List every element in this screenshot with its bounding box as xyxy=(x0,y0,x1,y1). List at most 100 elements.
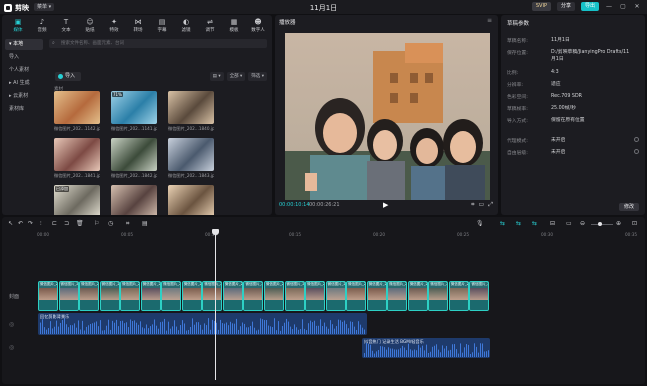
search-input[interactable]: 搜索文件名称、画面元素、台词 xyxy=(49,39,267,48)
media-thumbnail[interactable]: 微信图片_202...1843.jpg xyxy=(168,138,214,182)
video-clip[interactable]: 微信图片_2024... xyxy=(305,281,326,311)
split-left-icon[interactable]: ⊏ xyxy=(52,220,57,227)
modify-button[interactable]: 修改 xyxy=(618,203,639,211)
video-clip[interactable]: 微信图片_2024... xyxy=(222,281,243,311)
sidebar-item[interactable]: 导入 xyxy=(5,52,43,63)
video-clip[interactable]: 微信图片_2024... xyxy=(181,281,202,311)
video-clip[interactable]: 微信图片_2024... xyxy=(99,281,120,311)
share-button[interactable]: 分享 xyxy=(556,2,575,11)
split-right-icon[interactable]: ⊐ xyxy=(64,220,69,227)
filter-dropdown[interactable]: 筛选 ▾ xyxy=(248,72,267,81)
split-icon[interactable]: ⫶ xyxy=(40,220,42,228)
video-clip[interactable]: 微信图片_2024... xyxy=(161,281,182,311)
preview-axis-icon[interactable]: ⊟ xyxy=(550,220,555,227)
type-dropdown[interactable]: 全部 ▾ xyxy=(226,72,246,81)
sidebar-item[interactable]: ▸ 云素材 xyxy=(5,91,43,102)
video-clip[interactable]: 微信图片_2024... xyxy=(140,281,161,311)
tab-adjust[interactable]: ⇌ 调节 xyxy=(198,15,222,35)
sort-dropdown[interactable]: ▤ ▾ xyxy=(209,72,224,81)
zoom-in-icon[interactable]: ⊕ xyxy=(616,220,621,227)
info-icon[interactable] xyxy=(634,137,639,142)
video-clip[interactable]: 微信图片_2024... xyxy=(325,281,346,311)
select-tool-icon[interactable]: ↖ xyxy=(8,220,13,227)
video-clip[interactable]: 微信图片_2024... xyxy=(264,281,285,311)
waveform-bar xyxy=(226,322,227,334)
preview-viewer[interactable] xyxy=(285,33,490,200)
video-clip[interactable]: 微信图片_2024... xyxy=(120,281,141,311)
linkage-icon[interactable]: ⇆ xyxy=(532,220,537,227)
maximize-icon[interactable]: ▢ xyxy=(619,3,627,10)
video-clip[interactable]: 微信图片_2024... xyxy=(284,281,305,311)
waveform-bar xyxy=(298,329,299,334)
tab-effects[interactable]: ✦ 特效 xyxy=(102,15,126,35)
video-clip[interactable]: 微信图片_2024... xyxy=(38,281,59,311)
video-clip[interactable]: 微信图片_2024... xyxy=(58,281,79,311)
video-clip[interactable]: 微信图片_2024... xyxy=(448,281,469,311)
media-thumbnail[interactable]: 微信图片_202...1842.jpg xyxy=(111,138,157,182)
video-clip[interactable]: 微信图片_2024... xyxy=(469,281,490,311)
zoom-out-icon[interactable]: ⊖ xyxy=(580,220,585,227)
undo-icon[interactable]: ↶ xyxy=(18,220,23,227)
timeline-ruler[interactable]: 00:00 00:05 00:10 00:15 00:20 00:25 00:30 00:35 xyxy=(37,231,643,241)
export-button[interactable]: 导出 xyxy=(580,2,599,11)
fit-icon[interactable]: ⊡ xyxy=(632,220,637,227)
tab-media[interactable]: ▣ 媒体 xyxy=(6,15,30,35)
crop-icon[interactable]: ⌗ xyxy=(471,201,474,209)
tab-audio[interactable]: ♪ 音频 xyxy=(30,15,54,35)
video-clip[interactable]: 微信图片_2024... xyxy=(346,281,367,311)
video-clip[interactable]: 微信图片_2024... xyxy=(79,281,100,311)
delete-icon[interactable]: 🗑 xyxy=(76,220,84,227)
tab-text[interactable]: T 文本 xyxy=(54,15,78,35)
tab-sticker[interactable]: ☺ 贴纸 xyxy=(78,15,102,35)
waveform-bar xyxy=(156,325,157,334)
play-icon[interactable]: ▶ xyxy=(383,201,388,209)
sidebar-item[interactable]: 个人素材 xyxy=(5,65,43,76)
zoom-slider-knob[interactable] xyxy=(598,222,602,226)
crop-tool-icon[interactable]: ⌗ xyxy=(126,220,129,228)
ratio-icon[interactable]: ▭ xyxy=(479,201,485,209)
zoom-slider[interactable] xyxy=(591,224,613,225)
svip-button[interactable]: SVIP xyxy=(531,2,551,11)
media-thumbnail[interactable]: 微信图片_202...1846.jpg xyxy=(168,185,214,215)
audio-clip-2[interactable]: 抖音热门 记录生活 BGM/轻音乐 xyxy=(362,338,490,358)
audio-track-lock-icon[interactable]: ◎ xyxy=(9,321,14,328)
player-menu-icon[interactable]: ≡ xyxy=(487,17,492,24)
sidebar-item[interactable]: 素材库 xyxy=(5,104,43,115)
video-clip[interactable]: 微信图片_2024... xyxy=(387,281,408,311)
media-thumbnail[interactable]: 微信图片_202...1142.jpg xyxy=(54,91,100,135)
media-thumbnail[interactable]: 微信图片_202...1840.jpg xyxy=(168,91,214,135)
media-thumbnail[interactable]: 微信图片_202...1841.jpg xyxy=(54,138,100,182)
video-clip[interactable]: 微信图片_2024... xyxy=(366,281,387,311)
tab-subtitle[interactable]: ▤ 字幕 xyxy=(150,15,174,35)
audio-clip-1[interactable]: 回忆剪影背景乐 xyxy=(38,313,367,335)
video-clip[interactable]: 微信图片_2024... xyxy=(202,281,223,311)
sidebar-item[interactable]: ▸ AI 生成 xyxy=(5,78,43,89)
tab-digital-human[interactable]: ☻ 数字人 xyxy=(246,15,270,35)
comment-icon[interactable]: ▭ xyxy=(566,220,572,227)
close-icon[interactable]: ✕ xyxy=(633,3,641,10)
link-main-track-icon[interactable]: ⇆ xyxy=(500,220,505,227)
tab-transition[interactable]: ⋈ 转场 xyxy=(126,15,150,35)
freeze-icon[interactable]: ◷ xyxy=(108,220,113,227)
fullscreen-icon[interactable]: ⤢ xyxy=(488,201,493,209)
sidebar-item[interactable]: ▾ 本地 xyxy=(5,39,43,50)
video-clip[interactable]: 微信图片_2024... xyxy=(243,281,264,311)
info-icon[interactable] xyxy=(634,149,639,154)
mic-icon[interactable]: 🎙 xyxy=(476,220,484,227)
magnet-icon[interactable]: ⇆ xyxy=(516,220,521,227)
redo-icon[interactable]: ↷ xyxy=(28,220,33,227)
import-button[interactable]: 导入 xyxy=(55,72,82,81)
ai-tool-icon[interactable]: ▤ xyxy=(142,220,148,227)
playhead[interactable] xyxy=(215,230,216,380)
media-thumbnail[interactable]: 71% 微信图片_202...1141.jpg xyxy=(111,91,157,135)
video-clip[interactable]: 微信图片_2024... xyxy=(428,281,449,311)
audio-track-2-icon[interactable]: ◎ xyxy=(9,344,14,351)
minimize-icon[interactable]: — xyxy=(605,3,613,10)
media-thumbnail[interactable]: 微信图片_202...1845.jpg xyxy=(111,185,157,215)
tab-filter[interactable]: ◐ 滤镜 xyxy=(174,15,198,35)
media-thumbnail[interactable]: 已添加微信图片_202...1844.jpg xyxy=(54,185,100,215)
video-clip[interactable]: 微信图片_2024... xyxy=(407,281,428,311)
marker-icon[interactable]: ⚐ xyxy=(94,220,99,227)
tab-template[interactable]: ▦ 模板 xyxy=(222,15,246,35)
main-video-track[interactable]: 微信图片_2024...微信图片_2024...微信图片_2024...微信图片… xyxy=(38,281,490,311)
